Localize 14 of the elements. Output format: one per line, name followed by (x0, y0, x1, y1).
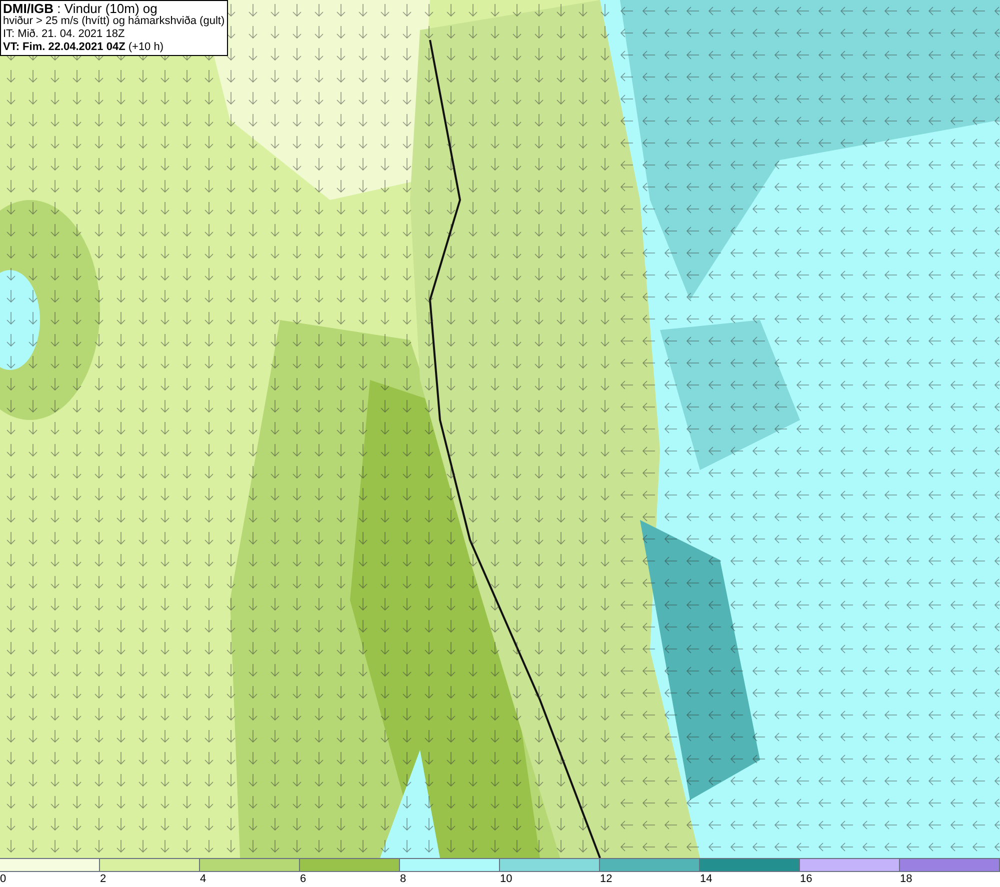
legend-label: 10 (500, 873, 512, 885)
legend-label: 0 (0, 873, 6, 885)
legend-label: 12 (600, 873, 612, 885)
header-line: IT: Mið. 21. 04. 2021 18Z (3, 28, 126, 41)
legend-label: 18 (900, 873, 912, 885)
legend-label: 16 (800, 873, 812, 885)
legend-label: 8 (400, 873, 406, 885)
legend-label: 4 (200, 873, 206, 885)
header-line: DMI/IGB : Vindur (10m) og (3, 2, 158, 15)
header-line: hviður > 25 m/s (hvítt) og hámarkshviða (gult) (3, 15, 225, 28)
legend-label: 2 (100, 873, 106, 885)
legend-label: 14 (700, 873, 712, 885)
header-line: VT: Fim. 22.04.2021 04Z (+10 h) (3, 41, 165, 54)
legend-label: 6 (300, 873, 306, 885)
